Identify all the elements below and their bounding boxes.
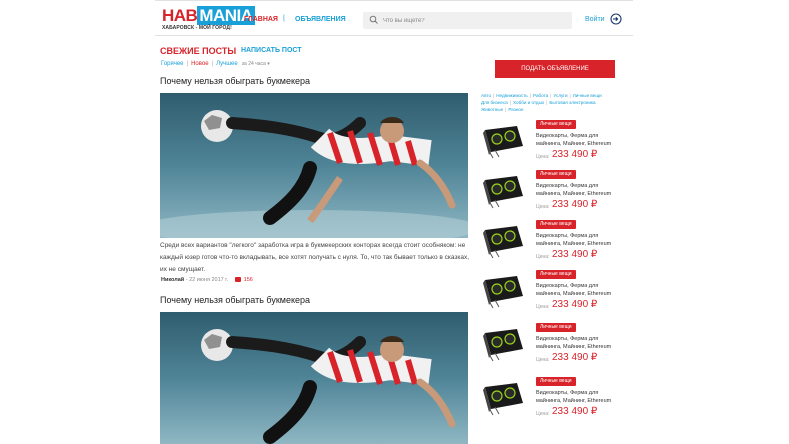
logo-tagline: ХАБАРОВСК - МОЙ ГОРОД! xyxy=(162,25,232,31)
post-excerpt: Среди всех вариантов "легкого" заработка… xyxy=(160,242,470,273)
category-link[interactable]: Личные вещи xyxy=(573,93,602,98)
post-title[interactable]: Почему нельзя обыграть букмекера xyxy=(160,76,310,86)
login-icon[interactable] xyxy=(610,13,622,25)
post-comments-count[interactable]: 156 xyxy=(244,277,253,283)
filter-period[interactable]: за 24 часа ▾ xyxy=(242,61,270,67)
listing-description: Видеокарты, Ферма для майнинга, Майнинг,… xyxy=(536,390,612,404)
footballer-photo xyxy=(160,93,468,238)
search-box[interactable] xyxy=(363,12,572,29)
category-link[interactable]: Для бизнеса xyxy=(481,100,508,105)
listing-category-badge: Личные вещи xyxy=(536,377,576,386)
post-date: - 22 июня 2017 г. xyxy=(185,277,229,283)
write-post-link[interactable]: НАПИСАТЬ ПОСТ xyxy=(241,47,302,54)
listing-description: Видеокарты, Ферма для майнинга, Майнинг,… xyxy=(536,233,612,247)
listing-price-label: Цена: xyxy=(536,357,550,363)
listing-card[interactable]: Личные вещи Видеокарты, Ферма для майнин… xyxy=(481,220,615,266)
category-link[interactable]: Хобби и отдых xyxy=(513,100,544,105)
site-logo[interactable]: HAB MANIA ХАБАРОВСК - МОЙ ГОРОД! xyxy=(162,6,255,33)
listing-description: Видеокарты, Ферма для майнинга, Майнинг,… xyxy=(536,283,612,297)
listing-price: 233 490 ₽ xyxy=(552,149,598,160)
listing-description: Видеокарты, Ферма для майнинга, Майнинг,… xyxy=(536,336,612,350)
filter-new[interactable]: Новое xyxy=(191,61,208,67)
listing-card[interactable]: Личные вещи Видеокарты, Ферма для майнин… xyxy=(481,323,615,369)
filter-best[interactable]: Лучшее xyxy=(216,61,238,67)
page: HAB MANIA ХАБАРОВСК - МОЙ ГОРОД! ГЛАВНАЯ … xyxy=(155,0,633,444)
post-author[interactable]: Николай xyxy=(161,277,184,283)
category-link[interactable]: Работа xyxy=(533,93,548,98)
listing-card[interactable]: Личные вещи Видеокарты, Ферма для майнин… xyxy=(481,270,615,316)
listing-price-label: Цена: xyxy=(536,154,550,160)
nav-main[interactable]: ГЛАВНАЯ xyxy=(244,16,278,23)
category-link[interactable]: Авто xyxy=(481,93,491,98)
listing-category-badge: Личные вещи xyxy=(536,170,576,179)
listing-price: 233 490 ₽ xyxy=(552,249,598,260)
gpu-thumbnail xyxy=(483,383,523,416)
listing-price-label: Цена: xyxy=(536,204,550,210)
logo-hab: HAB xyxy=(162,6,198,25)
category-links: Авто | Недвижимость | Работа | Услуги | Личные в… xyxy=(481,93,602,113)
category-link[interactable]: Бытовая электроника xyxy=(549,100,595,105)
listing-category-badge: Личные вещи xyxy=(536,270,576,279)
listing-price-label: Цена: xyxy=(536,254,550,260)
post-ad-button[interactable]: ПОДАТЬ ОБЪЯВЛЕНИЕ xyxy=(495,60,615,78)
category-link[interactable]: Животные xyxy=(481,107,503,112)
comment-icon xyxy=(234,277,241,283)
listing-price-label: Цена: xyxy=(536,304,550,310)
post-image[interactable] xyxy=(160,312,468,444)
listing-price: 233 490 ₽ xyxy=(552,406,598,417)
gpu-thumbnail xyxy=(483,329,523,362)
filter-hot[interactable]: Горячее xyxy=(161,61,184,67)
post-meta: Николай - 22 июня 2017 г. 156 xyxy=(161,277,253,283)
login-link[interactable]: Войти xyxy=(585,16,605,23)
category-link[interactable]: Недвижимость xyxy=(496,93,528,98)
nav-separator: | xyxy=(283,15,285,22)
gpu-thumbnail xyxy=(483,126,523,159)
listing-price: 233 490 ₽ xyxy=(552,299,598,310)
post-filters: Горячее | Новое | Лучшее за 24 часа ▾ xyxy=(161,61,270,67)
site-header: HAB MANIA ХАБАРОВСК - МОЙ ГОРОД! ГЛАВНАЯ … xyxy=(155,0,633,36)
category-link[interactable]: Услуги xyxy=(553,93,567,98)
search-icon xyxy=(369,15,378,24)
listing-description: Видеокарты, Ферма для майнинга, Майнинг,… xyxy=(536,183,612,197)
listing-price: 233 490 ₽ xyxy=(552,199,598,210)
listing-price-label: Цена: xyxy=(536,411,550,417)
post-image[interactable] xyxy=(160,93,468,238)
listing-description: Видеокарты, Ферма для майнинга, Майнинг,… xyxy=(536,133,612,147)
listing-card[interactable]: Личные вещи Видеокарты, Ферма для майнин… xyxy=(481,120,615,166)
search-input[interactable] xyxy=(383,12,568,29)
listing-card[interactable]: Личные вещи Видеокарты, Ферма для майнин… xyxy=(481,377,615,423)
post-title[interactable]: Почему нельзя обыграть букмекера xyxy=(160,295,310,305)
listing-category-badge: Личные вещи xyxy=(536,120,576,129)
gpu-thumbnail xyxy=(483,276,523,309)
listing-price: 233 490 ₽ xyxy=(552,352,598,363)
section-title: СВЕЖИЕ ПОСТЫ xyxy=(160,46,237,56)
listing-category-badge: Личные вещи xyxy=(536,323,576,332)
gpu-thumbnail xyxy=(483,226,523,259)
listing-category-badge: Личные вещи xyxy=(536,220,576,229)
category-link[interactable]: Разное xyxy=(508,107,523,112)
listing-card[interactable]: Личные вещи Видеокарты, Ферма для майнин… xyxy=(481,170,615,216)
nav-ads[interactable]: ОБЪЯВЛЕНИЯ xyxy=(295,16,346,23)
gpu-thumbnail xyxy=(483,176,523,209)
footballer-photo xyxy=(160,312,468,444)
